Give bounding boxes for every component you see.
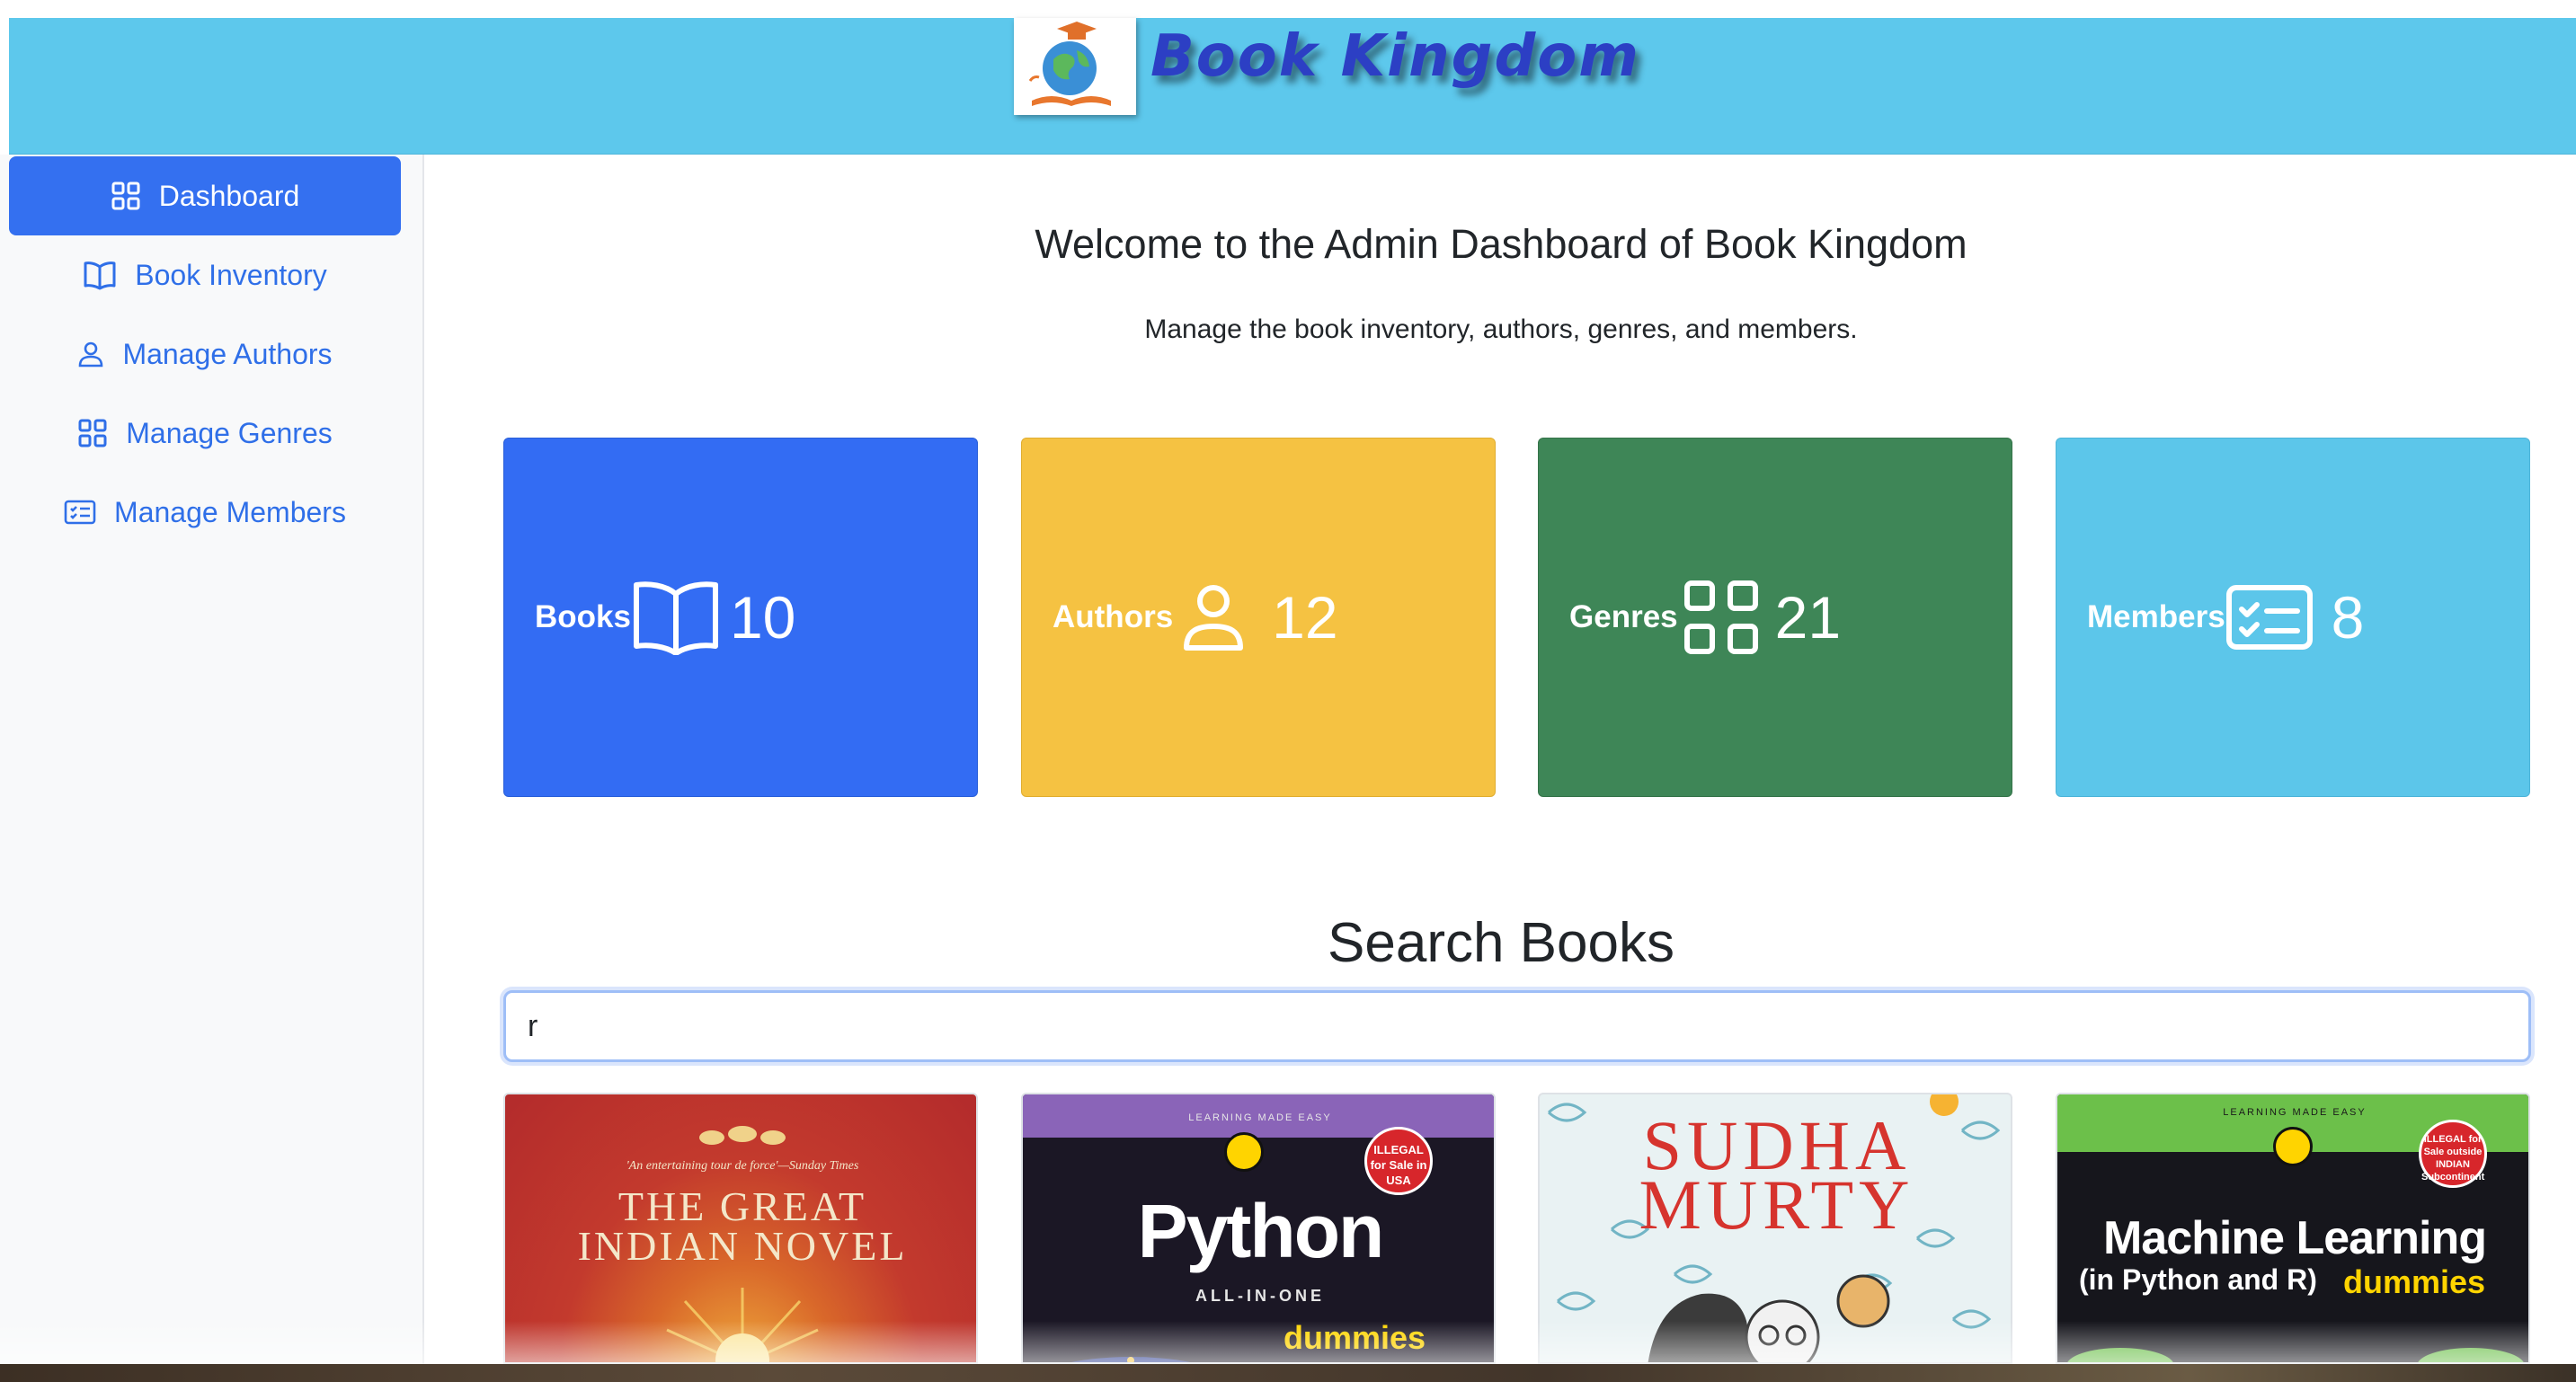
book-cover-title: Python <box>1137 1189 1385 1273</box>
top-strip <box>0 0 2576 18</box>
sidebar-item-book-inventory[interactable]: Book Inventory <box>9 235 401 314</box>
book-cover-quote: 'An entertaining tour de force'—Sunday T… <box>626 1159 859 1173</box>
page-subtitle: Manage the book inventory, authors, genr… <box>1144 314 1858 344</box>
main-content: Welcome to the Admin Dashboard of Book K… <box>426 155 2576 1364</box>
card-list-icon <box>64 499 96 526</box>
book-cover-brand: dummies <box>2343 1263 2486 1300</box>
sidebar-item-label: Manage Genres <box>126 416 333 449</box>
stat-value: 12 <box>1272 584 1338 651</box>
sidebar-item-label: Dashboard <box>158 179 300 212</box>
globe-logo-icon <box>1014 18 1136 115</box>
book-cover-badge: ILLEGAL for Sale in USA <box>1364 1127 1433 1195</box>
dummies-logo-icon <box>1224 1132 1264 1172</box>
grid-icon <box>77 418 108 448</box>
grid-icon <box>1683 580 1759 655</box>
stat-card-genres[interactable]: Genres 21 <box>1538 438 2012 797</box>
stat-card-authors[interactable]: Authors 12 <box>1021 438 1496 797</box>
bottom-fade <box>0 1321 2576 1364</box>
header: Book Kingdom <box>9 18 2576 155</box>
book-cover-subtitle: ALL-IN-ONE <box>1195 1287 1325 1305</box>
book-cover-title: INDIAN NOVEL <box>577 1223 908 1269</box>
desktop-background-strip <box>0 1364 2576 1382</box>
sidebar: Dashboard Book Inventory Manage Authors … <box>0 155 424 1364</box>
stat-value: 21 <box>1774 584 1842 651</box>
book-icon <box>83 260 117 290</box>
book-cover-subtitle: (in Python and R) <box>2079 1263 2317 1296</box>
person-icon <box>1182 583 1245 651</box>
grid-icon <box>111 181 141 211</box>
stat-value: 10 <box>729 584 796 651</box>
sidebar-item-manage-authors[interactable]: Manage Authors <box>9 314 401 394</box>
stat-card-members[interactable]: Members 8 <box>2056 438 2530 797</box>
stat-card-books[interactable]: Books 10 <box>503 438 978 797</box>
sidebar-item-label: Manage Authors <box>122 337 333 370</box>
sidebar-item-manage-members[interactable]: Manage Members <box>9 473 401 552</box>
sidebar-item-dashboard[interactable]: Dashboard <box>9 156 401 235</box>
stat-label: Authors <box>1053 599 1174 634</box>
search-title: Search Books <box>1328 912 1674 974</box>
book-cover-badge: ILLEGAL for Sale outside INDIAN Subconti… <box>2419 1120 2487 1188</box>
stat-value: 8 <box>2331 584 2365 651</box>
brand-title: Book Kingdom <box>1150 23 1640 90</box>
page: Book Kingdom Dashboard Book Inventory Ma… <box>0 0 2576 1382</box>
card-list-icon <box>2225 584 2314 651</box>
book-icon <box>631 580 721 655</box>
stat-label: Books <box>535 599 631 634</box>
search-input[interactable] <box>503 990 2531 1062</box>
book-cover-title: MURTY <box>1639 1165 1915 1244</box>
stat-label: Members <box>2087 599 2225 634</box>
page-title: Welcome to the Admin Dashboard of Book K… <box>1035 221 1968 267</box>
sidebar-item-label: Book Inventory <box>135 258 327 291</box>
sidebar-item-label: Manage Members <box>114 495 346 528</box>
book-cover-title: Machine Learning <box>2102 1212 2487 1264</box>
sidebar-item-manage-genres[interactable]: Manage Genres <box>9 394 401 473</box>
logo[interactable] <box>1014 18 1136 115</box>
stat-label: Genres <box>1569 599 1678 634</box>
person-icon <box>77 341 104 368</box>
dummies-logo-icon <box>2273 1127 2313 1166</box>
book-cover-kicker: LEARNING MADE EASY <box>1188 1112 1332 1123</box>
book-cover-kicker: LEARNING MADE EASY <box>2223 1107 2367 1118</box>
